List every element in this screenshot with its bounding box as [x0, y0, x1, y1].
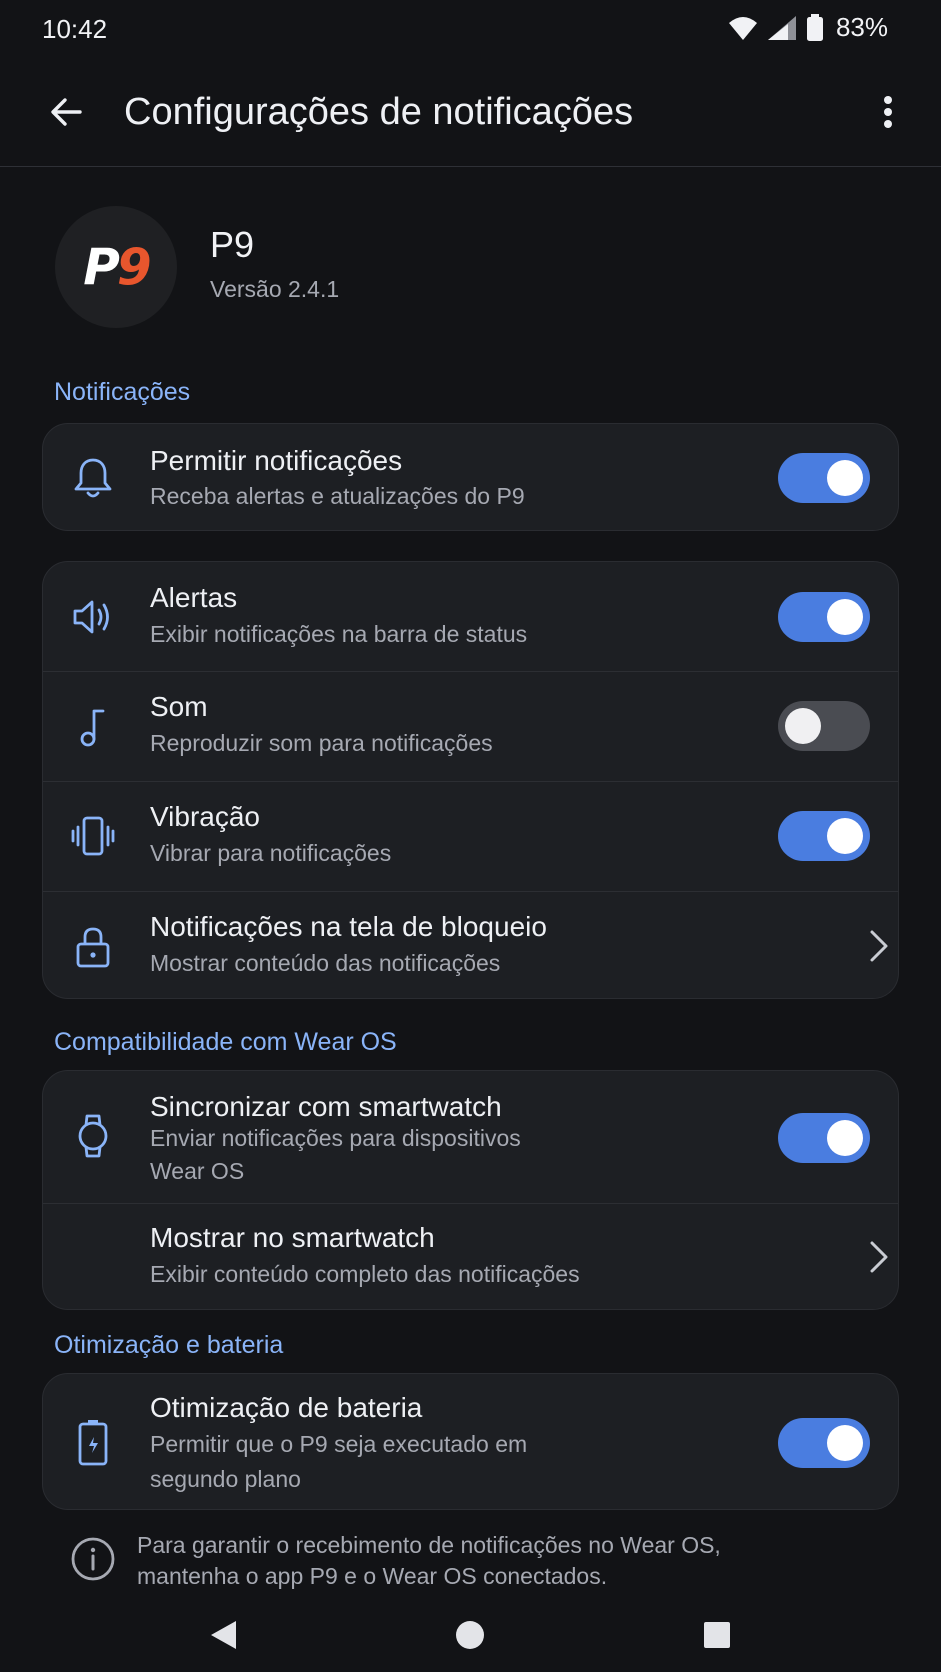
allow-notifications-subtitle: Receba alertas e atualizações do P9 — [150, 483, 525, 509]
nav-home-button[interactable] — [445, 1610, 495, 1660]
cellular-signal-icon — [767, 15, 796, 40]
page-title: Configurações de notificações — [124, 91, 634, 133]
sync-smartwatch-title: Sincronizar com smartwatch — [150, 1091, 502, 1122]
sync-smartwatch-subtitle-line1: Enviar notificações para dispositivos — [150, 1125, 521, 1151]
vibration-toggle[interactable] — [778, 811, 870, 861]
info-icon — [70, 1536, 116, 1582]
more-vert-icon — [884, 96, 892, 128]
card-wear-os: Sincronizar com smartwatch Enviar notifi… — [42, 1070, 899, 1310]
card-battery: Otimização de bateria Permitir que o P9 … — [42, 1373, 899, 1510]
toggle-knob — [827, 1425, 863, 1461]
battery-icon — [71, 1420, 115, 1466]
chevron-right-icon — [858, 1237, 898, 1277]
section-title-notifications: Notificações — [54, 378, 191, 406]
row-sound[interactable]: Som Reproduzir som para notificações — [43, 672, 898, 781]
show-smartwatch-title: Mostrar no smartwatch — [150, 1222, 435, 1253]
toggle-knob — [827, 1120, 863, 1156]
app-logo: P9 — [55, 206, 177, 328]
row-lockscreen-notifications[interactable]: Notificações na tela de bloqueio Mostrar… — [43, 892, 898, 998]
allow-notifications-toggle[interactable] — [778, 453, 870, 503]
app-bar-divider — [0, 166, 941, 167]
vibration-subtitle: Vibrar para notificações — [150, 840, 392, 866]
more-options-button[interactable] — [862, 86, 914, 138]
alerts-toggle[interactable] — [778, 592, 870, 642]
alerts-subtitle: Exibir notificações na barra de status — [150, 621, 528, 647]
chevron-right-icon — [858, 926, 898, 966]
sound-toggle[interactable] — [778, 701, 870, 751]
battery-percentage: 83% — [835, 12, 888, 42]
row-show-on-smartwatch[interactable]: Mostrar no smartwatch Exibir conteúdo co… — [43, 1204, 898, 1309]
back-button[interactable] — [40, 86, 92, 138]
app-name: P9 — [210, 224, 255, 265]
battery-optimization-subtitle-line2: segundo plano — [150, 1466, 301, 1492]
battery-optimization-subtitle-line1: Permitir que o P9 seja executado em — [150, 1431, 528, 1457]
section-title-battery: Otimização e bateria — [54, 1331, 284, 1359]
vibration-title: Vibração — [150, 801, 261, 832]
sound-subtitle: Reproduzir som para notificações — [150, 730, 493, 756]
sync-smartwatch-toggle[interactable] — [778, 1113, 870, 1163]
battery-optimization-title: Otimização de bateria — [150, 1392, 423, 1423]
watch-icon — [71, 1114, 115, 1158]
nav-back-icon — [211, 1621, 236, 1649]
allow-notifications-title: Permitir notificações — [150, 445, 403, 476]
sound-title: Som — [150, 691, 208, 722]
info-line-2: mantenha o app P9 e o Wear OS conectados… — [137, 1563, 608, 1589]
speaker-icon — [71, 595, 115, 639]
info-text: Para garantir o recebimento de notificaç… — [137, 1530, 721, 1592]
p9-logo-icon: P9 — [83, 238, 151, 296]
nav-back-button[interactable] — [198, 1610, 248, 1660]
toggle-knob — [827, 818, 863, 854]
battery-status-icon — [806, 13, 823, 41]
sync-smartwatch-subtitle-line2: Wear OS — [150, 1158, 245, 1184]
row-allow-notifications[interactable]: Permitir notificações Receba alertas e a… — [43, 424, 898, 530]
lockscreen-subtitle: Mostrar conteúdo das notificações — [150, 950, 501, 976]
show-smartwatch-subtitle: Exibir conteúdo completo das notificaçõe… — [150, 1261, 580, 1287]
battery-optimization-toggle[interactable] — [778, 1418, 870, 1468]
row-battery-optimization[interactable]: Otimização de bateria Permitir que o P9 … — [43, 1374, 898, 1509]
toggle-knob — [785, 708, 821, 744]
lockscreen-title: Notificações na tela de bloqueio — [150, 911, 547, 942]
nav-recents-button[interactable] — [692, 1610, 742, 1660]
row-sync-smartwatch[interactable]: Sincronizar com smartwatch Enviar notifi… — [43, 1071, 898, 1203]
toggle-knob — [827, 460, 863, 496]
bell-icon — [71, 456, 115, 500]
card-notification-options: Alertas Exibir notificações na barra de … — [42, 561, 899, 999]
lock-icon — [71, 925, 115, 969]
alerts-title: Alertas — [150, 582, 238, 613]
row-vibration[interactable]: Vibração Vibrar para notificações — [43, 782, 898, 891]
card-allow-notifications: Permitir notificações Receba alertas e a… — [42, 423, 899, 531]
app-version: Versão 2.4.1 — [210, 276, 340, 302]
music-note-icon — [71, 705, 115, 749]
info-line-1: Para garantir o recebimento de notificaç… — [137, 1532, 721, 1558]
nav-home-icon — [456, 1621, 484, 1649]
section-title-wear-os: Compatibilidade com Wear OS — [54, 1028, 397, 1056]
status-time: 10:42 — [42, 14, 108, 44]
wifi-icon — [728, 16, 757, 40]
vibrate-icon — [71, 814, 115, 858]
status-icons: 83% — [728, 12, 888, 43]
toggle-knob — [827, 599, 863, 635]
row-alerts[interactable]: Alertas Exibir notificações na barra de … — [43, 562, 898, 671]
nav-recents-icon — [704, 1622, 730, 1648]
arrow-back-icon — [51, 98, 82, 126]
